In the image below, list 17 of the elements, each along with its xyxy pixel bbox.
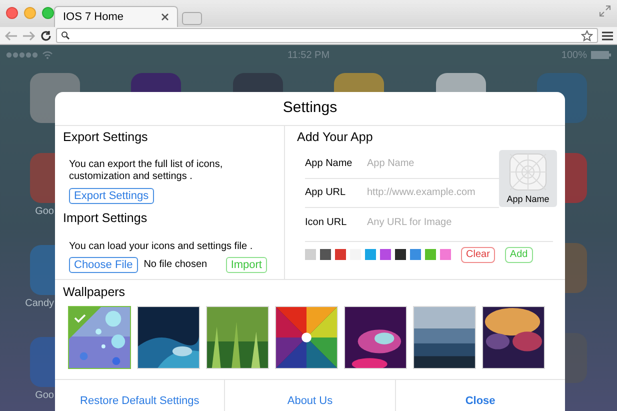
section-heading: Import Settings: [63, 210, 148, 227]
dialog-title: Settings: [282, 98, 338, 118]
app-label: Candy: [25, 299, 54, 309]
section-heading: Export Settings: [63, 129, 149, 146]
status-time: 11:52 PM: [287, 48, 330, 62]
field-label: App URL: [305, 186, 347, 200]
import-description: You can load your icons and settings file .: [69, 240, 254, 254]
preview-label: App Name: [506, 192, 550, 206]
battery-level: 100%: [561, 48, 587, 62]
app-label: Goo: [35, 391, 54, 401]
field-label: App Name: [305, 157, 354, 172]
file-status: No file chosen: [144, 258, 208, 272]
app-label: Goo: [35, 207, 54, 217]
export-description: You can export the full list of icons, customization and settings .: [69, 158, 224, 183]
section-heading: Add Your App: [297, 129, 374, 146]
section-heading: Wallpapers: [63, 284, 126, 301]
field-label: Icon URL: [305, 216, 348, 230]
